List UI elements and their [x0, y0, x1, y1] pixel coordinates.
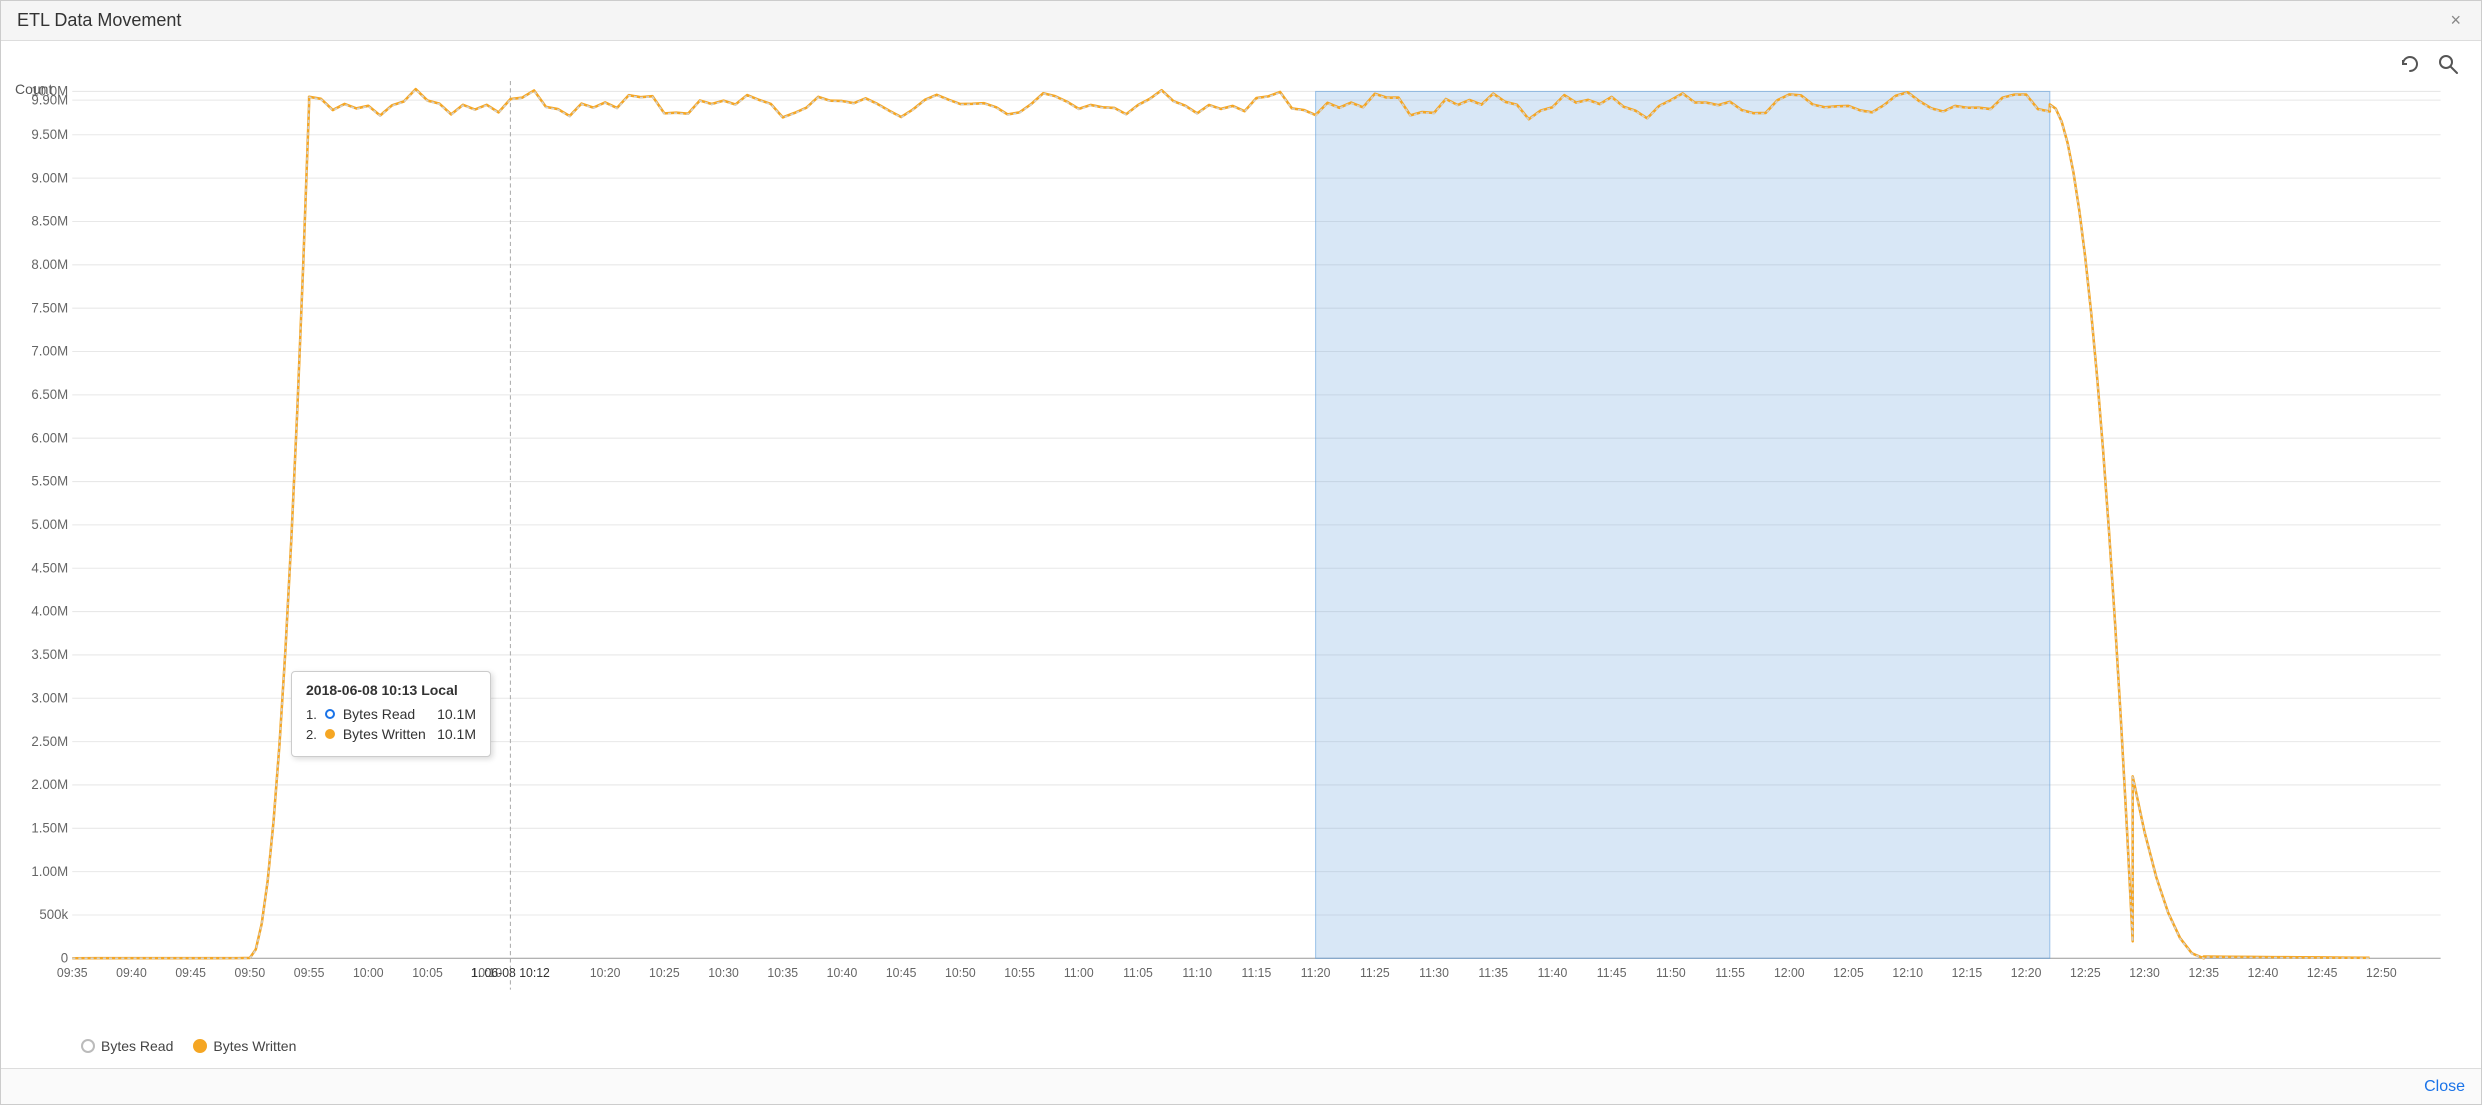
svg-text:11:50: 11:50 — [1656, 966, 1686, 980]
svg-text:12:15: 12:15 — [1952, 966, 1983, 980]
svg-text:10:40: 10:40 — [827, 966, 858, 980]
bottom-bar: Close — [1, 1068, 2481, 1104]
tooltip-index-2: 2. — [306, 727, 317, 742]
svg-text:2.50M: 2.50M — [31, 734, 68, 749]
tooltip: 2018-06-08 10:13 Local 1. Bytes Read 10.… — [291, 671, 491, 757]
svg-text:11:55: 11:55 — [1715, 966, 1745, 980]
refresh-icon — [2399, 53, 2421, 75]
refresh-button[interactable] — [2397, 51, 2423, 83]
tooltip-index-1: 1. — [306, 707, 317, 722]
svg-text:9.00M: 9.00M — [31, 170, 68, 185]
svg-text:12:35: 12:35 — [2188, 966, 2219, 980]
etl-window: ETL Data Movement × Count — [0, 0, 2482, 1105]
svg-text:10:50: 10:50 — [945, 966, 976, 980]
svg-text:3.00M: 3.00M — [31, 690, 68, 705]
svg-text:12:45: 12:45 — [2307, 966, 2338, 980]
svg-text:4.00M: 4.00M — [31, 604, 68, 619]
svg-text:1.50M: 1.50M — [31, 820, 68, 835]
svg-text:10:20: 10:20 — [590, 966, 621, 980]
svg-text:09:35: 09:35 — [57, 966, 88, 980]
svg-text:12:20: 12:20 — [2011, 966, 2042, 980]
svg-text:09:50: 09:50 — [235, 966, 266, 980]
svg-text:12:10: 12:10 — [1892, 966, 1923, 980]
svg-text:10:25: 10:25 — [649, 966, 680, 980]
svg-text:11:45: 11:45 — [1597, 966, 1627, 980]
window-close-button[interactable]: × — [2446, 10, 2465, 31]
svg-text:11:30: 11:30 — [1419, 966, 1449, 980]
svg-text:500k: 500k — [39, 907, 68, 922]
search-icon — [2437, 53, 2459, 75]
svg-text:5.50M: 5.50M — [31, 474, 68, 489]
svg-text:7.00M: 7.00M — [31, 344, 68, 359]
svg-text:09:55: 09:55 — [294, 966, 325, 980]
svg-text:1. 06-08 10:12: 1. 06-08 10:12 — [471, 966, 550, 980]
chart-toolbar — [2397, 51, 2461, 83]
tooltip-label-read: Bytes Read — [343, 706, 429, 722]
svg-text:10:55: 10:55 — [1004, 966, 1035, 980]
svg-text:3.50M: 3.50M — [31, 647, 68, 662]
svg-text:11:20: 11:20 — [1301, 966, 1331, 980]
svg-text:11:10: 11:10 — [1182, 966, 1212, 980]
tooltip-row-1: 1. Bytes Read 10.1M — [306, 706, 476, 722]
svg-text:12:30: 12:30 — [2129, 966, 2160, 980]
svg-text:11:05: 11:05 — [1123, 966, 1153, 980]
svg-text:7.50M: 7.50M — [31, 300, 68, 315]
svg-text:8.50M: 8.50M — [31, 214, 68, 229]
svg-text:6.50M: 6.50M — [31, 387, 68, 402]
tooltip-value-read: 10.1M — [437, 706, 476, 722]
svg-text:6.00M: 6.00M — [31, 430, 68, 445]
svg-text:12:25: 12:25 — [2070, 966, 2101, 980]
chart-container: Count 10.0M9.90M9.50M9.00M8.50M8.00M7.50… — [1, 41, 2481, 1068]
tooltip-label-written: Bytes Written — [343, 726, 429, 742]
tooltip-title: 2018-06-08 10:13 Local — [306, 682, 476, 698]
selection-rect — [1316, 91, 2050, 958]
svg-text:12:00: 12:00 — [1774, 966, 1805, 980]
title-bar: ETL Data Movement × — [1, 1, 2481, 41]
svg-text:0: 0 — [61, 950, 68, 965]
svg-text:11:00: 11:00 — [1064, 966, 1094, 980]
main-chart: 10.0M9.90M9.50M9.00M8.50M8.00M7.50M7.00M… — [11, 81, 2461, 1021]
legend-item-written: Bytes Written — [193, 1038, 296, 1054]
svg-text:10:30: 10:30 — [708, 966, 739, 980]
svg-text:9.50M: 9.50M — [31, 127, 68, 142]
svg-text:1.00M: 1.00M — [31, 864, 68, 879]
svg-text:9.90M: 9.90M — [31, 92, 68, 107]
svg-text:11:35: 11:35 — [1478, 966, 1508, 980]
svg-text:12:50: 12:50 — [2366, 966, 2397, 980]
svg-text:10:45: 10:45 — [886, 966, 917, 980]
chart-legend: Bytes Read Bytes Written — [11, 1028, 2461, 1058]
legend-dot-read — [81, 1039, 95, 1053]
close-button[interactable]: Close — [2424, 1078, 2465, 1096]
svg-text:11:40: 11:40 — [1538, 966, 1568, 980]
svg-text:11:25: 11:25 — [1360, 966, 1390, 980]
search-button[interactable] — [2435, 51, 2461, 83]
svg-text:09:45: 09:45 — [175, 966, 206, 980]
svg-text:11:15: 11:15 — [1242, 966, 1272, 980]
tooltip-value-written: 10.1M — [437, 726, 476, 742]
legend-dot-written — [193, 1039, 207, 1053]
svg-text:8.00M: 8.00M — [31, 257, 68, 272]
legend-label-written: Bytes Written — [213, 1038, 296, 1054]
svg-text:5.00M: 5.00M — [31, 517, 68, 532]
tooltip-dot-read — [325, 709, 335, 719]
tooltip-dot-written — [325, 729, 335, 739]
legend-item-read: Bytes Read — [81, 1038, 173, 1054]
svg-text:09:40: 09:40 — [116, 966, 147, 980]
svg-text:12:05: 12:05 — [1833, 966, 1864, 980]
svg-text:10:05: 10:05 — [412, 966, 443, 980]
svg-text:12:40: 12:40 — [2248, 966, 2279, 980]
window-title: ETL Data Movement — [17, 10, 181, 31]
svg-text:10:00: 10:00 — [353, 966, 384, 980]
legend-label-read: Bytes Read — [101, 1038, 173, 1054]
svg-text:2.00M: 2.00M — [31, 777, 68, 792]
tooltip-row-2: 2. Bytes Written 10.1M — [306, 726, 476, 742]
svg-text:10:35: 10:35 — [767, 966, 798, 980]
svg-text:4.50M: 4.50M — [31, 560, 68, 575]
